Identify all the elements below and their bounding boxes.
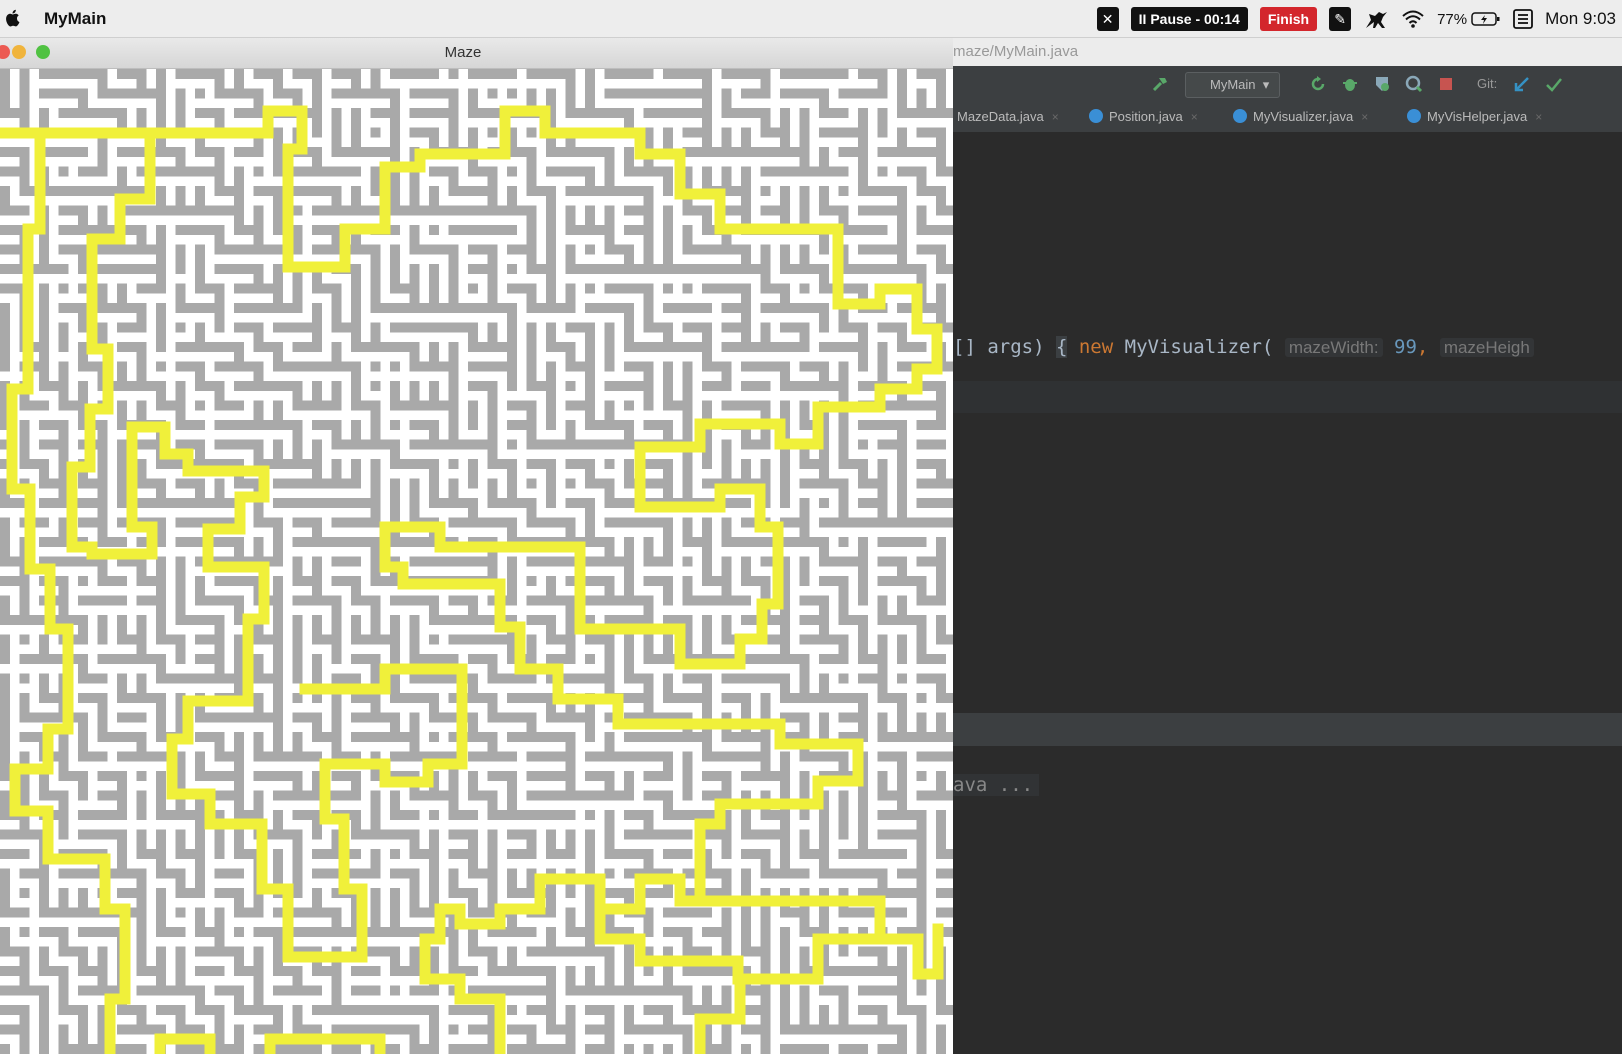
- close-tab-icon[interactable]: ×: [1052, 110, 1059, 124]
- pen-tool-button[interactable]: ✎: [1329, 7, 1352, 31]
- tab-myvisualizer[interactable]: MyVisualizer.java ×: [1233, 102, 1368, 132]
- battery-charging-icon: [1471, 12, 1500, 26]
- tab-mazedata[interactable]: MazeData.java ×: [957, 102, 1059, 132]
- git-update-icon[interactable]: [1513, 75, 1531, 93]
- maze-titlebar[interactable]: Maze: [0, 38, 953, 69]
- class-icon: [1407, 109, 1421, 123]
- tab-label: MyVisHelper.java: [1427, 109, 1528, 124]
- debug-icon[interactable]: [1341, 75, 1359, 93]
- clock[interactable]: Mon 9:03: [1545, 9, 1616, 29]
- build-hammer-icon[interactable]: [1151, 75, 1169, 93]
- param-hint-height: mazeHeigh: [1439, 338, 1534, 357]
- chevron-down-icon: ▾: [1259, 77, 1270, 92]
- wifi-icon[interactable]: [1401, 9, 1425, 29]
- code-editor[interactable]: [] args) { new MyVisualizer( mazeWidth: …: [953, 133, 1622, 1053]
- close-recording-button[interactable]: ✕: [1096, 7, 1119, 31]
- tab-position[interactable]: Position.java ×: [1089, 102, 1198, 132]
- finish-recording-button[interactable]: Finish: [1259, 7, 1318, 31]
- stop-icon[interactable]: [1437, 75, 1455, 93]
- tab-label: Position.java: [1109, 109, 1183, 124]
- maze-window-title: Maze: [444, 44, 482, 61]
- code-brace: {: [1055, 336, 1068, 358]
- battery-percent: 77%: [1437, 10, 1468, 28]
- code-call: MyVisualizer(: [1124, 336, 1274, 358]
- run-configuration-dropdown[interactable]: MyMain ▾: [1185, 72, 1281, 98]
- git-label: Git:: [1477, 76, 1498, 91]
- ide-window: maze/MyMain.java MyMain ▾ Git: MazeData.…: [953, 38, 1622, 1054]
- maze-canvas[interactable]: [0, 69, 953, 1054]
- close-tab-icon[interactable]: ×: [1191, 110, 1198, 124]
- rerun-icon[interactable]: [1309, 75, 1327, 93]
- param-hint-width: mazeWidth:: [1284, 338, 1383, 357]
- git-commit-icon[interactable]: [1545, 75, 1563, 93]
- tab-myvishelper[interactable]: MyVisHelper.java ×: [1407, 102, 1542, 132]
- editor-tabs: MazeData.java × Position.java × MyVisualiz…: [953, 102, 1622, 133]
- control-center-icon[interactable]: [1513, 9, 1534, 29]
- code-args: [] args): [953, 336, 1056, 358]
- class-icon: [1089, 109, 1103, 123]
- code-keyword: new: [1078, 336, 1114, 358]
- code-comma: ,: [1416, 336, 1429, 358]
- ide-toolbar: MyMain ▾ Git:: [953, 66, 1622, 102]
- tab-label: MazeData.java: [957, 109, 1044, 124]
- pause-recording-button[interactable]: II Pause - 00:14: [1130, 7, 1248, 31]
- kangaroo-icon[interactable]: [1363, 8, 1389, 30]
- maze-grid: [0, 69, 953, 1054]
- bottom-tool-panel-header[interactable]: [953, 713, 1622, 746]
- close-tab-icon[interactable]: ×: [1361, 110, 1368, 124]
- apple-icon[interactable]: [4, 7, 22, 29]
- code-number: 99: [1394, 336, 1417, 358]
- run-config-label: MyMain: [1210, 77, 1256, 92]
- close-tab-icon[interactable]: ×: [1535, 110, 1542, 124]
- maze-window: Maze: [0, 38, 953, 1054]
- menu-bar: MyMain ✕ II Pause - 00:14 Finish ✎ 77% M…: [0, 0, 1622, 38]
- battery-status[interactable]: 77%: [1437, 11, 1501, 28]
- class-icon: [1233, 109, 1247, 123]
- current-line-highlight: [953, 381, 1622, 413]
- code-line: [] args) { new MyVisualizer( mazeWidth: …: [953, 336, 1534, 358]
- coverage-icon[interactable]: [1373, 75, 1391, 93]
- app-name[interactable]: MyMain: [44, 9, 106, 29]
- profiler-icon[interactable]: [1405, 75, 1423, 93]
- console-output: ava ...: [953, 774, 1040, 796]
- file-path: maze/MyMain.java: [953, 38, 1622, 66]
- tab-label: MyVisualizer.java: [1253, 109, 1354, 124]
- status-area: ✕ II Pause - 00:14 Finish ✎ 77% Mon 9:03: [1096, 0, 1622, 38]
